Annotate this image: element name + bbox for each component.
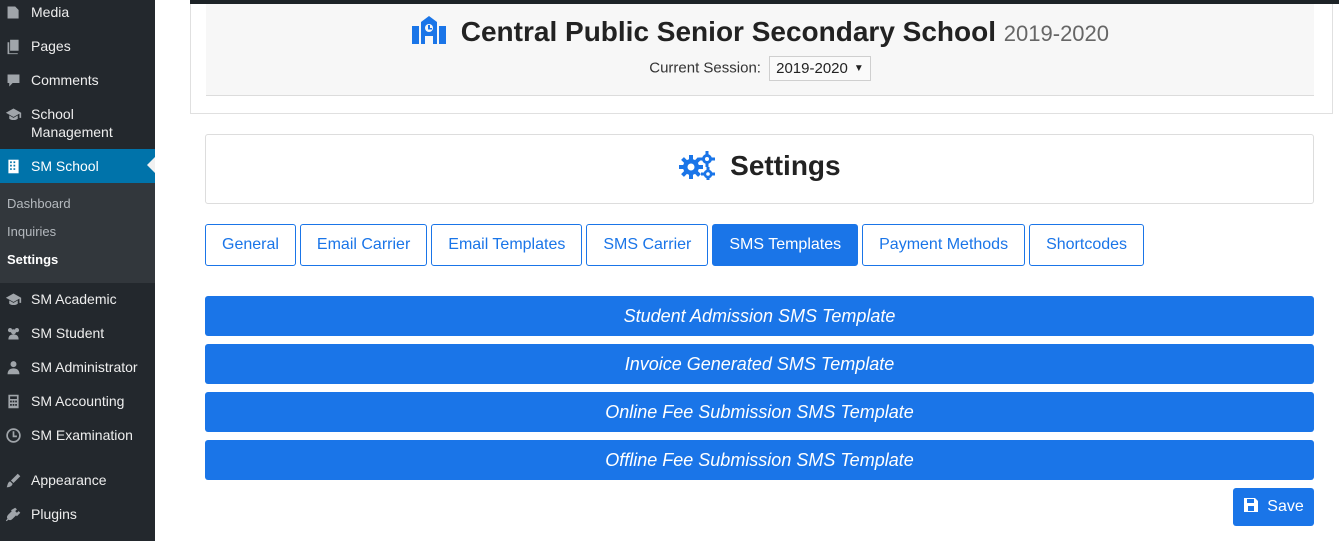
settings-tabs: General Email Carrier Email Templates SM…: [205, 224, 1145, 266]
sidebar-item-label: SM Examination: [31, 427, 133, 443]
sidebar-item-sm-administrator[interactable]: SM Administrator: [0, 358, 155, 376]
session-select[interactable]: 2019-2020 ▼: [769, 56, 871, 81]
clock-icon: [3, 426, 23, 444]
sidebar-submenu: Dashboard Inquiries Settings: [0, 183, 155, 283]
plug-icon: [3, 505, 23, 523]
sidebar-item-plugins[interactable]: Plugins: [0, 505, 155, 523]
student-admission-sms-template-toggle[interactable]: Student Admission SMS Template: [205, 296, 1314, 336]
settings-title: Settings: [206, 150, 1313, 187]
school-title: Central Public Senior Secondary School 2…: [206, 16, 1314, 51]
media-icon: [3, 3, 23, 21]
tab-sms-templates[interactable]: SMS Templates: [712, 224, 859, 266]
school-header-card: Central Public Senior Secondary School 2…: [190, 4, 1333, 114]
sidebar-item-label: SM Student: [31, 325, 105, 341]
school-name: Central Public Senior Secondary School: [460, 16, 997, 47]
session-value: 2019-2020: [776, 60, 848, 77]
settings-title-text: Settings: [730, 150, 841, 181]
tab-payment-methods[interactable]: Payment Methods: [862, 224, 1026, 266]
sidebar-item-sm-student[interactable]: SM Student: [0, 324, 155, 342]
tab-email-carrier[interactable]: Email Carrier: [299, 224, 428, 266]
offline-fee-submission-sms-template-toggle[interactable]: Offline Fee Submission SMS Template: [205, 440, 1314, 480]
main-content: Central Public Senior Secondary School 2…: [155, 0, 1339, 541]
sidebar-item-appearance[interactable]: Appearance: [0, 471, 155, 489]
brush-icon: [3, 471, 23, 489]
submenu-item-inquiries[interactable]: Inquiries: [7, 224, 56, 239]
sidebar-item-comments[interactable]: Comments: [0, 71, 155, 89]
admin-sidebar: Media Pages Comments School Management S…: [0, 0, 155, 541]
save-label: Save: [1267, 498, 1304, 515]
gears-icon: [678, 150, 716, 187]
users-icon: [3, 324, 23, 342]
session-label: Current Session:: [649, 59, 761, 77]
submenu-item-settings[interactable]: Settings: [7, 252, 58, 267]
sidebar-item-label: Media: [31, 4, 70, 20]
school-header: Central Public Senior Secondary School 2…: [206, 4, 1314, 96]
submenu-item-dashboard[interactable]: Dashboard: [7, 196, 71, 211]
invoice-generated-sms-template-toggle[interactable]: Invoice Generated SMS Template: [205, 344, 1314, 384]
sidebar-item-label: Appearance: [31, 472, 107, 488]
sidebar-item-media[interactable]: Media: [0, 3, 155, 21]
school-year: 2019-2020: [1003, 21, 1110, 46]
sidebar-item-sm-school[interactable]: SM School: [0, 149, 155, 183]
graduation-cap-icon: [3, 290, 23, 308]
sidebar-item-sm-academic[interactable]: SM Academic: [0, 290, 155, 308]
calculator-icon: [3, 392, 23, 410]
tab-email-templates[interactable]: Email Templates: [431, 224, 583, 266]
online-fee-submission-sms-template-toggle[interactable]: Online Fee Submission SMS Template: [205, 392, 1314, 432]
sidebar-item-label: SM Academic: [31, 291, 117, 307]
current-menu-arrow: [147, 157, 155, 173]
settings-heading-card: Settings: [205, 134, 1314, 204]
user-icon: [3, 358, 23, 376]
sidebar-item-label: Comments: [31, 72, 99, 88]
session-row: Current Session: 2019-2020 ▼: [206, 56, 1314, 81]
tab-sms-carrier[interactable]: SMS Carrier: [586, 224, 709, 266]
tab-general[interactable]: General: [205, 224, 296, 266]
graduation-cap-icon: [3, 105, 23, 123]
pages-icon: [3, 37, 23, 55]
save-button[interactable]: Save: [1233, 488, 1314, 526]
sidebar-item-label: SM Accounting: [31, 393, 125, 409]
sidebar-item-label: SM Administrator: [31, 359, 138, 375]
tab-shortcodes[interactable]: Shortcodes: [1029, 224, 1145, 266]
sidebar-item-label: Plugins: [31, 506, 77, 522]
dropdown-caret-icon: ▼: [853, 63, 864, 74]
sidebar-item-label: School Management: [31, 106, 113, 140]
sidebar-item-label: SM School: [31, 158, 99, 174]
comments-icon: [3, 71, 23, 89]
sidebar-item-school-management[interactable]: School Management: [0, 105, 155, 141]
school-icon: [411, 16, 447, 51]
sidebar-item-sm-examination[interactable]: SM Examination: [0, 426, 155, 444]
building-icon: [3, 157, 23, 175]
save-icon: [1243, 497, 1259, 518]
sidebar-item-sm-accounting[interactable]: SM Accounting: [0, 392, 155, 410]
sidebar-item-label: Pages: [31, 38, 71, 54]
sidebar-item-pages[interactable]: Pages: [0, 37, 155, 55]
